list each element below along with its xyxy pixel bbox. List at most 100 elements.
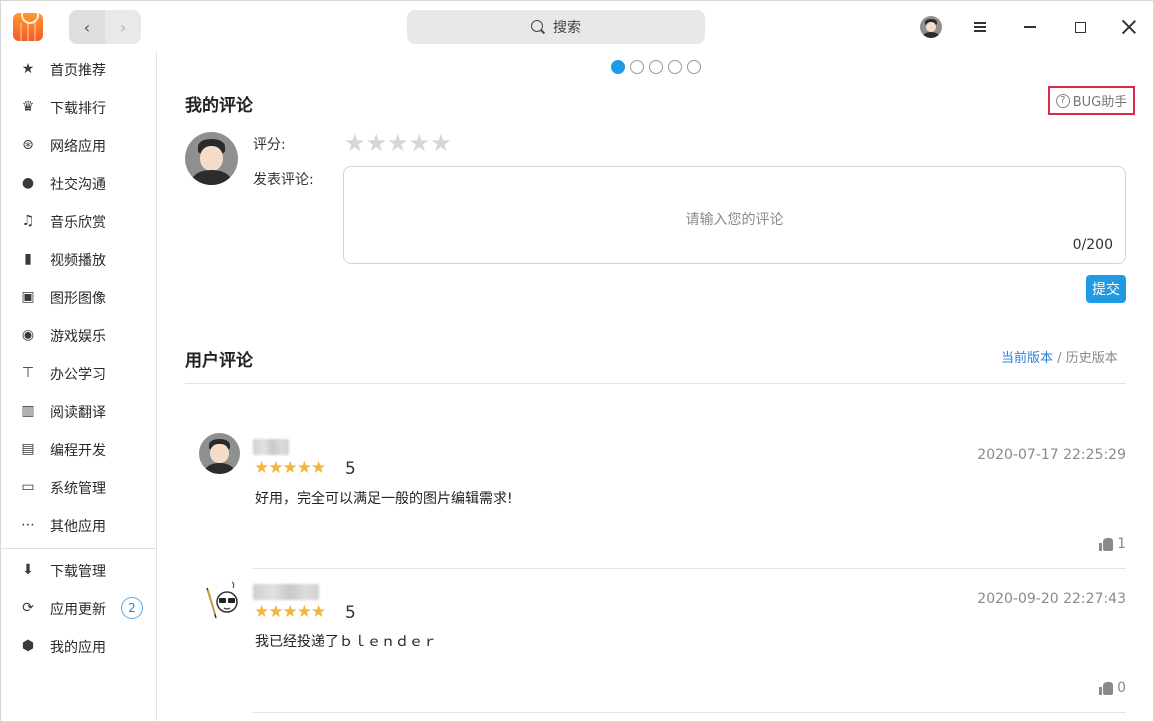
my-review-title: 我的评论 [185, 96, 253, 116]
sidebar-item-other[interactable]: ⋯ 其他应用 [1, 507, 156, 543]
rating-label: 评分: [253, 137, 286, 153]
update-count-badge: 2 [121, 597, 143, 619]
question-icon: ? [1055, 93, 1070, 108]
like-count: 0 [1117, 680, 1126, 696]
user-reviews-title: 用户评论 [185, 351, 253, 371]
more-icon: ⋯ [21, 517, 35, 533]
sidebar-item-label: 阅读翻译 [50, 405, 106, 421]
sidebar-item-label: 游戏娱乐 [50, 329, 106, 345]
sidebar-item-video[interactable]: ▮ 视频播放 [1, 241, 156, 277]
like-button[interactable]: 0 [1099, 680, 1126, 696]
carousel-dot[interactable] [649, 60, 663, 74]
sidebar-item-ranking[interactable]: ♛ 下载排行 [1, 89, 156, 125]
review-score: 5 [345, 603, 356, 623]
user-avatar-button[interactable] [920, 16, 942, 38]
sidebar-item-label: 办公学习 [50, 367, 106, 383]
main-content: 我的评论 ? BUG助手 评分: ★★★★★ 发表评论: 请输入您的评论 0/2… [157, 51, 1153, 721]
close-icon [1122, 20, 1136, 34]
close-button[interactable] [1116, 13, 1142, 41]
sidebar-item-label: 首页推荐 [50, 63, 106, 79]
minimize-button[interactable] [1017, 13, 1043, 41]
sidebar-item-social[interactable]: ● 社交沟通 [1, 165, 156, 201]
review-stars: ★★★★★ [254, 602, 326, 622]
sidebar-item-label: 下载排行 [50, 101, 106, 117]
box-icon: ⬢ [21, 638, 35, 654]
review-text: 我已经投递了ｂｌｅｎｄｅｒ [255, 634, 437, 650]
sidebar-item-label: 网络应用 [50, 139, 106, 155]
globe-icon: ⊛ [22, 137, 34, 153]
reviewer-avatar [201, 580, 241, 620]
like-count: 1 [1117, 536, 1126, 552]
rating-stars-input[interactable]: ★★★★★ [344, 129, 452, 157]
review-text: 好用，完全可以满足一般的图片编辑需求! [255, 491, 513, 507]
gamepad-icon: ◉ [21, 327, 35, 343]
sidebar: ★ 首页推荐 ♛ 下载排行 ⊛ 网络应用 ● 社交沟通 ♫ 音乐欣赏 ▮ 视频播… [1, 51, 157, 721]
carousel-indicator [611, 60, 701, 74]
bug-helper-label: BUG助手 [1072, 95, 1128, 110]
maximize-icon [1074, 21, 1086, 33]
download-icon: ⬇ [22, 562, 34, 578]
bug-helper-button[interactable]: ? BUG助手 [1048, 86, 1135, 115]
carousel-dot[interactable] [668, 60, 682, 74]
sidebar-item-label: 编程开发 [50, 443, 106, 459]
sidebar-item-music[interactable]: ♫ 音乐欣赏 [1, 203, 156, 239]
sidebar-item-office[interactable]: ⊤ 办公学习 [1, 355, 156, 391]
sidebar-item-network[interactable]: ⊛ 网络应用 [1, 127, 156, 163]
forward-button[interactable]: › [105, 10, 141, 44]
carousel-dot[interactable] [611, 60, 625, 74]
review-date: 2020-09-20 22:27:43 [977, 591, 1126, 607]
crown-icon: ♛ [21, 99, 35, 115]
back-button[interactable]: ‹ [69, 10, 105, 44]
review-stars: ★★★★★ [254, 458, 326, 478]
sidebar-item-games[interactable]: ◉ 游戏娱乐 [1, 317, 156, 353]
sidebar-item-label: 其他应用 [50, 519, 106, 535]
review-date: 2020-07-17 22:25:29 [977, 447, 1126, 463]
star-icon: ★ [21, 61, 35, 77]
maximize-button[interactable] [1067, 13, 1093, 41]
sidebar-item-label: 图形图像 [50, 291, 106, 307]
review-score: 5 [345, 459, 356, 479]
review-divider [253, 712, 1126, 713]
comment-placeholder: 请输入您的评论 [685, 212, 784, 228]
current-version-tab[interactable]: 当前版本 [1001, 351, 1053, 366]
book-icon: ▥ [21, 403, 35, 419]
thumbs-up-icon [1099, 681, 1114, 695]
sidebar-item-updates[interactable]: ⟳ 应用更新 2 [1, 590, 156, 626]
sidebar-item-programming[interactable]: ▤ 编程开发 [1, 431, 156, 467]
app-window: ‹ › 搜索 ★ 首页推荐 ♛ 下载排行 ⊛ 网络应用 ● 社交沟通 ♫ 音乐欣… [0, 0, 1154, 722]
reviewer-name-blurred [253, 439, 289, 455]
sidebar-item-downloads[interactable]: ⬇ 下载管理 [1, 552, 156, 588]
sidebar-item-graphics[interactable]: ▣ 图形图像 [1, 279, 156, 315]
comment-label: 发表评论: [253, 172, 314, 188]
review-item: ★★★★★ 5 2020-09-20 22:27:43 我已经投递了ｂｌｅｎｄｅ… [157, 575, 1153, 712]
menu-button[interactable] [967, 13, 993, 41]
version-switch: 当前版本 / 历史版本 [1001, 347, 1118, 366]
sidebar-item-system[interactable]: ▭ 系统管理 [1, 469, 156, 505]
chevron-left-icon: ‹ [83, 17, 91, 37]
section-divider [185, 383, 1126, 384]
thumbs-up-icon [1099, 537, 1114, 551]
presentation-icon: ⊤ [21, 365, 35, 381]
history-version-tab[interactable]: 历史版本 [1066, 351, 1118, 366]
terminal-icon: ▤ [21, 441, 35, 457]
sidebar-item-label: 音乐欣赏 [50, 215, 106, 231]
system-icon: ▭ [21, 479, 35, 495]
like-button[interactable]: 1 [1099, 536, 1126, 552]
sidebar-item-reading[interactable]: ▥ 阅读翻译 [1, 393, 156, 429]
comment-textarea[interactable]: 请输入您的评论 0/200 [343, 166, 1126, 264]
reviewer-name-blurred [253, 584, 319, 600]
sidebar-divider [1, 548, 156, 549]
sidebar-item-home[interactable]: ★ 首页推荐 [1, 51, 156, 87]
chevron-right-icon: › [119, 17, 127, 37]
carousel-dot[interactable] [687, 60, 701, 74]
carousel-dot[interactable] [630, 60, 644, 74]
sidebar-item-label: 系统管理 [50, 481, 106, 497]
search-input[interactable]: 搜索 [407, 10, 705, 44]
submit-button[interactable]: 提交 [1086, 275, 1126, 303]
reviewer-avatar [199, 433, 240, 474]
char-count: 0/200 [1072, 237, 1113, 253]
minimize-icon [1024, 26, 1036, 28]
navigation-buttons: ‹ › [69, 10, 141, 44]
sidebar-item-label: 应用更新 [50, 602, 106, 618]
sidebar-item-my-apps[interactable]: ⬢ 我的应用 [1, 628, 156, 664]
